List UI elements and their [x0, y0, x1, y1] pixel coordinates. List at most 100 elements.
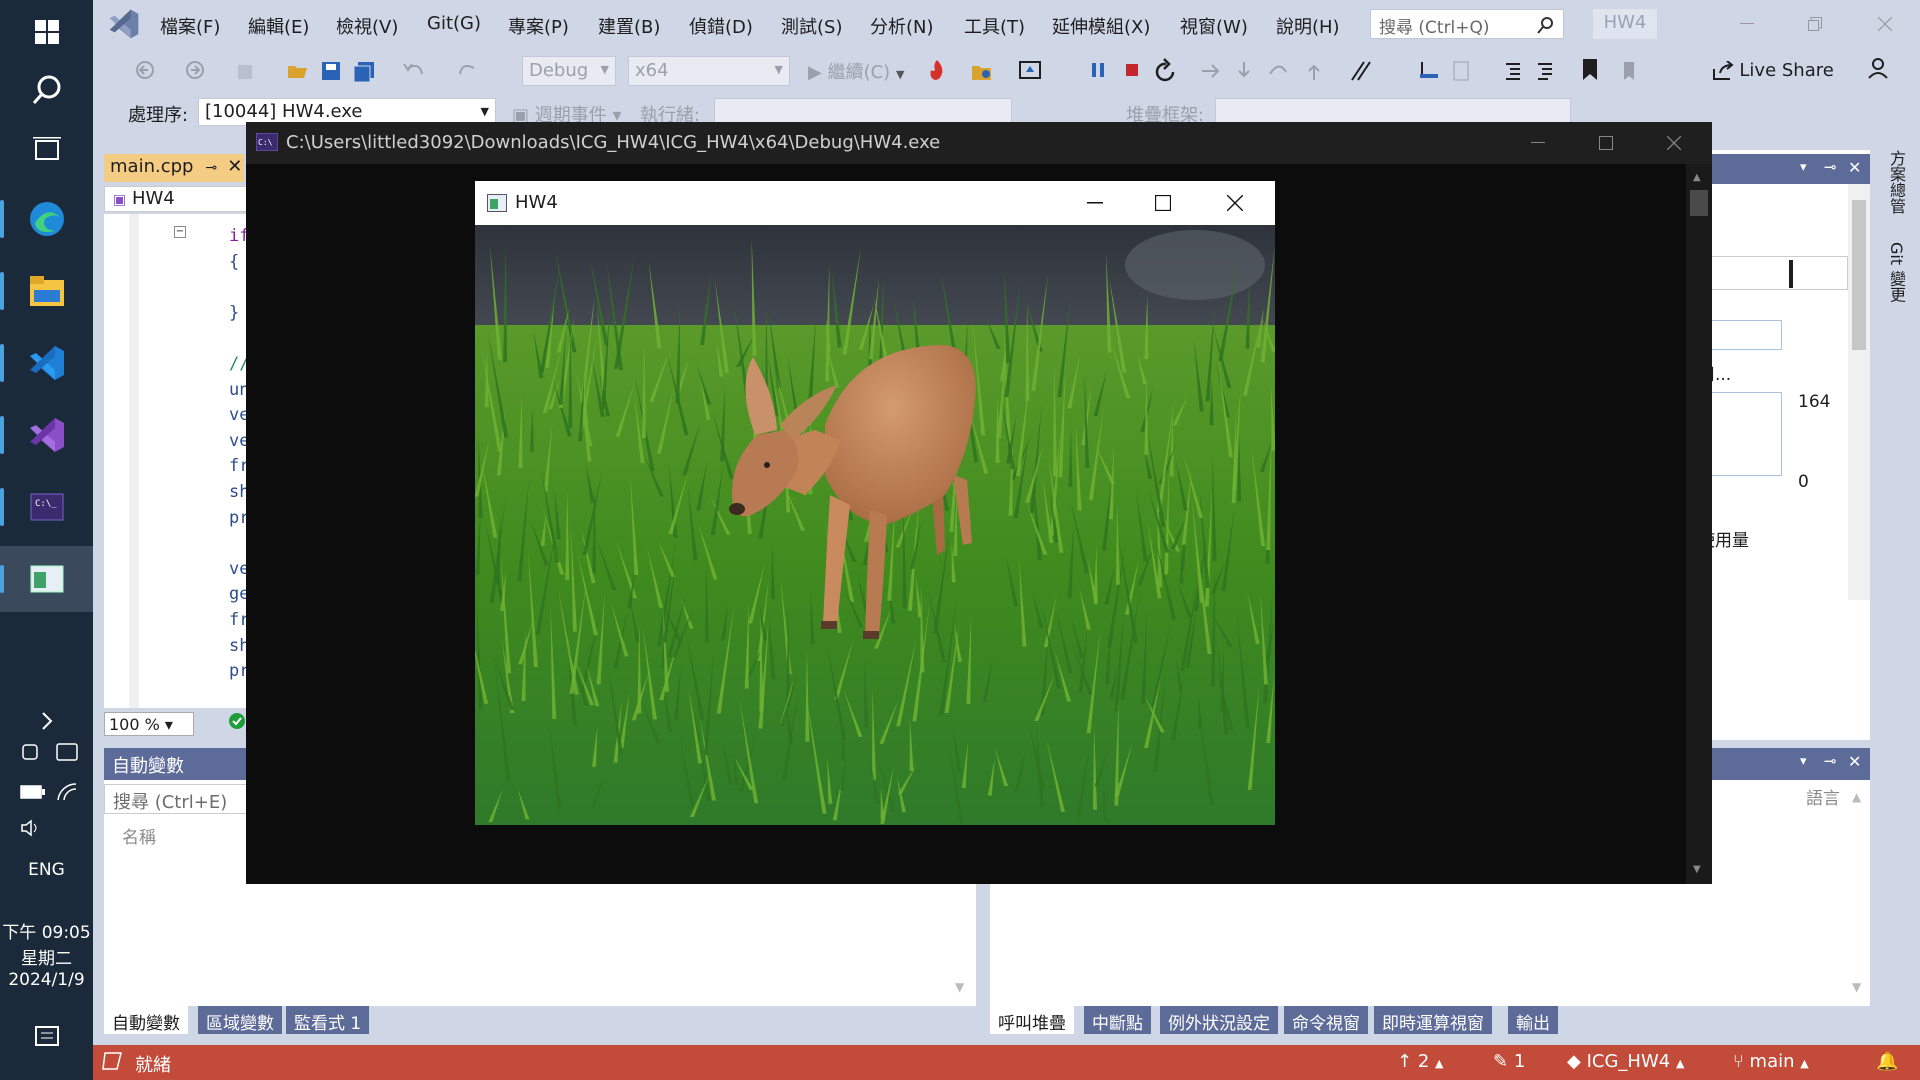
push-indicator[interactable]: ↑ 2 ▲ [1397, 1051, 1443, 1072]
taskbar-app-opengl[interactable] [0, 546, 93, 612]
side-tab-git-changes[interactable]: Git 變更 [1884, 242, 1908, 302]
configuration-dropdown[interactable]: Debug ▼ [522, 56, 616, 86]
menu-file[interactable]: 檔案(F) [160, 13, 220, 39]
taskbar-app-vscode[interactable] [0, 330, 93, 396]
new-project-icon[interactable] [235, 60, 257, 82]
menu-analyze[interactable]: 分析(N) [870, 13, 934, 39]
taskbar-app-edge[interactable] [0, 186, 93, 252]
wifi-icon[interactable] [56, 782, 78, 802]
platform-dropdown[interactable]: x64 ▼ [628, 56, 790, 86]
start-button[interactable] [0, 0, 93, 64]
scroll-up-icon[interactable]: ▲ [1852, 790, 1861, 804]
opengl-render-viewport[interactable] [475, 225, 1275, 825]
open-folder-icon[interactable] [286, 58, 310, 82]
menu-build[interactable]: 建置(B) [598, 13, 660, 39]
editor-tab-main-cpp[interactable]: main.cpp ⊸ ✕ [104, 154, 244, 182]
thread-icon[interactable] [1418, 60, 1440, 82]
task-view-button[interactable] [0, 118, 93, 182]
menu-view[interactable]: 檢視(V) [336, 13, 398, 39]
step-out-icon[interactable] [1306, 60, 1322, 82]
scroll-up-icon[interactable]: ▲ [1693, 172, 1701, 183]
collapse-icon[interactable]: − [174, 226, 186, 238]
console-scrollbar[interactable]: ▲ ▼ [1686, 164, 1712, 884]
console-maximize-button[interactable] [1586, 130, 1626, 156]
scroll-down-icon[interactable]: ▼ [955, 980, 964, 994]
save-all-icon[interactable] [352, 60, 376, 84]
repo-indicator[interactable]: ◆ ICG_HW4 ▲ [1567, 1051, 1684, 1072]
tab-breakpoints[interactable]: 中斷點 [1084, 1006, 1151, 1034]
menu-edit[interactable]: 編輯(E) [248, 13, 309, 39]
tab-exception-settings[interactable]: 例外狀況設定 [1160, 1006, 1278, 1034]
side-tab-solution-explorer[interactable]: 方案總管 [1884, 150, 1908, 214]
unpin-icon[interactable] [1450, 60, 1472, 82]
pin-icon[interactable]: ⊸ [1824, 158, 1837, 176]
search-button[interactable] [0, 58, 93, 122]
timeline-marker[interactable] [1789, 260, 1793, 288]
step-over-icon[interactable] [1268, 60, 1290, 82]
dropdown-icon[interactable]: ▾ [1800, 754, 1807, 769]
feedback-icon[interactable] [1866, 56, 1890, 80]
volume-icon[interactable] [20, 818, 42, 838]
indent-icon[interactable] [1502, 60, 1524, 82]
hex-display-icon[interactable] [1348, 60, 1372, 82]
close-icon[interactable]: ✕ [1848, 158, 1861, 177]
restore-button[interactable] [1795, 10, 1835, 38]
pause-icon[interactable] [1090, 62, 1106, 78]
undo-icon[interactable] [402, 60, 426, 82]
editor-project-nav[interactable]: ▣ HW4 [104, 186, 254, 212]
save-icon[interactable] [320, 60, 342, 82]
close-icon[interactable]: ✕ [1848, 752, 1861, 771]
menu-project[interactable]: 專案(P) [508, 13, 569, 39]
scrollbar[interactable] [1848, 160, 1870, 600]
folder-search-icon[interactable] [970, 60, 994, 82]
live-share-button[interactable]: Live Share [1712, 60, 1834, 81]
scroll-down-icon[interactable]: ▼ [1852, 980, 1861, 994]
dropdown-icon[interactable]: ▾ [1800, 160, 1807, 175]
comment-icon[interactable] [1534, 60, 1556, 82]
tab-immediate-window[interactable]: 即時運算視窗 [1374, 1006, 1492, 1034]
tab-watch-1[interactable]: 監看式 1 [286, 1006, 370, 1034]
show-hidden-icons[interactable] [0, 686, 93, 756]
tab-command-window[interactable]: 命令視窗 [1284, 1006, 1368, 1034]
close-icon[interactable]: ✕ [227, 156, 242, 177]
code-editor[interactable]: − if{}//un ve ve fr sh pr ve ge fr sh pr [104, 214, 254, 708]
browser-link-icon[interactable] [1018, 60, 1042, 82]
clock-weekday[interactable]: 星期二 [0, 944, 93, 969]
step-into-icon[interactable] [1236, 60, 1252, 82]
pin-icon[interactable]: ⊸ [205, 160, 217, 176]
menu-extensions[interactable]: 延伸模組(X) [1052, 13, 1150, 39]
menu-git[interactable]: Git(G) [427, 13, 481, 34]
menu-tools[interactable]: 工具(T) [964, 13, 1025, 39]
branch-indicator[interactable]: ⑂ main ▲ [1733, 1051, 1809, 1072]
output-icon[interactable] [101, 1051, 123, 1071]
language-indicator[interactable]: ENG [0, 860, 93, 880]
notification-bell-icon[interactable]: 🔔 [1876, 1051, 1898, 1072]
continue-button[interactable]: ▶ 繼續(C) ▼ [808, 58, 904, 84]
forward-icon[interactable] [185, 60, 205, 80]
tab-autos[interactable]: 自動變數 [104, 1006, 188, 1034]
changes-indicator[interactable]: ✎ 1 [1493, 1051, 1525, 1072]
bookmark-prev-icon[interactable] [1618, 60, 1640, 82]
notification-button[interactable] [0, 1006, 93, 1070]
close-button[interactable] [1865, 10, 1905, 38]
scrollbar-thumb[interactable] [1690, 190, 1708, 216]
search-input[interactable]: 搜尋 (Ctrl+Q) [1370, 9, 1564, 39]
screen-icon[interactable] [56, 742, 78, 762]
restart-icon[interactable] [1155, 58, 1177, 82]
redo-icon[interactable] [456, 60, 480, 82]
console-close-button[interactable] [1654, 130, 1694, 156]
zoom-dropdown[interactable]: 100 % ▾ [104, 712, 194, 736]
stop-icon[interactable] [1124, 62, 1140, 78]
scrollbar-thumb[interactable] [1852, 200, 1866, 350]
back-icon[interactable] [135, 60, 155, 80]
menu-test[interactable]: 測試(S) [781, 13, 842, 39]
pin-icon[interactable]: ⊸ [1824, 752, 1837, 770]
gl-close-button[interactable] [1215, 190, 1255, 216]
menu-help[interactable]: 說明(H) [1276, 13, 1340, 39]
clock-date[interactable]: 2024/1/9 [0, 970, 93, 990]
bookmark-icon[interactable] [1582, 58, 1598, 82]
clock-time[interactable]: 下午 09:05 [0, 918, 93, 943]
scroll-down-icon[interactable]: ▼ [1693, 864, 1701, 875]
console-minimize-button[interactable] [1518, 130, 1558, 156]
tab-locals[interactable]: 區域變數 [198, 1006, 282, 1034]
